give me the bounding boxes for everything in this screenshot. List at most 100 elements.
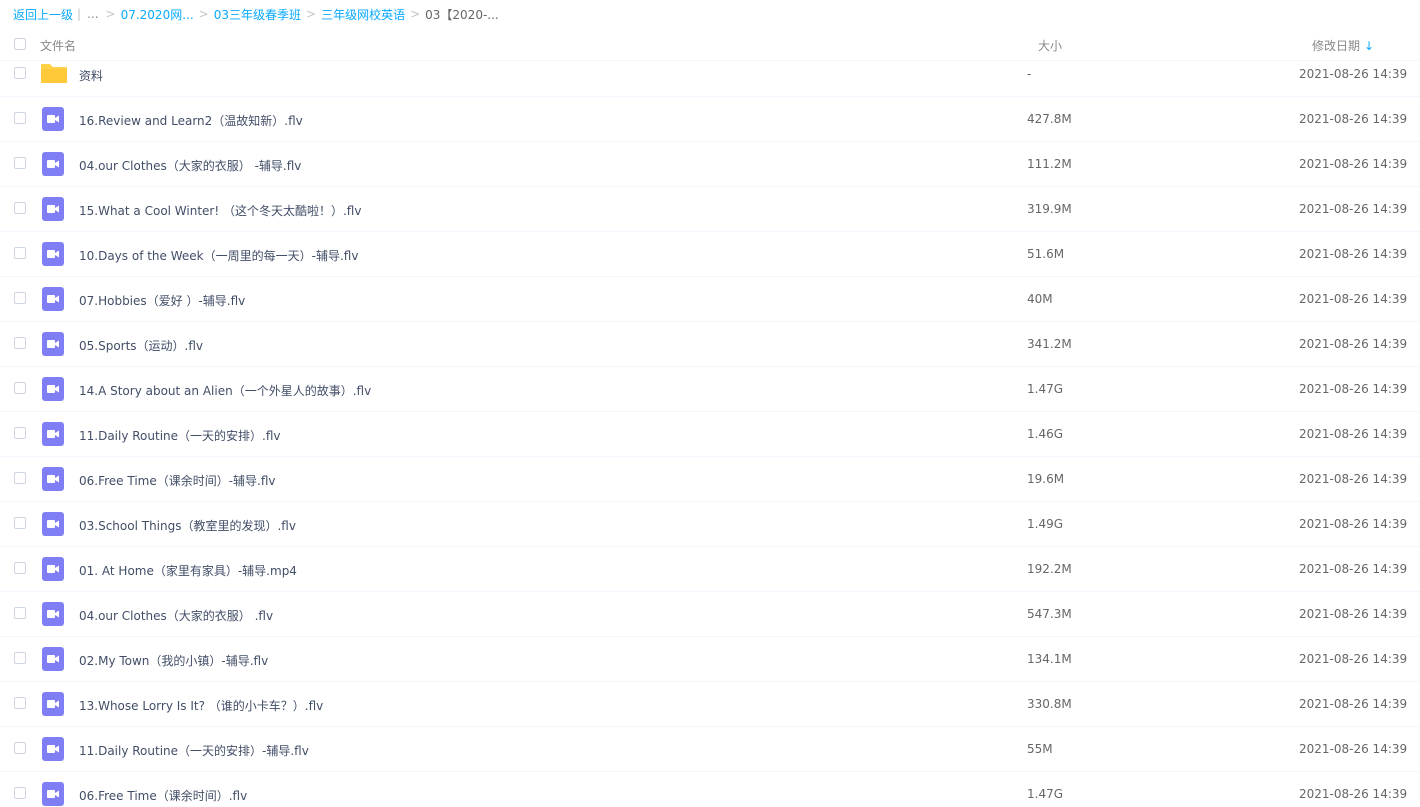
video-file-icon xyxy=(41,151,67,177)
breadcrumb-ellipsis[interactable]: ... xyxy=(85,7,100,21)
file-date: 2021-08-26 14:39 xyxy=(1299,517,1408,531)
file-row[interactable]: 06.Free Time（课余时间）-辅导.flv 19.6M 2021-08-… xyxy=(0,457,1420,502)
row-checkbox[interactable] xyxy=(14,652,26,664)
file-date: 2021-08-26 14:39 xyxy=(1299,112,1408,126)
row-checkbox[interactable] xyxy=(14,247,26,259)
breadcrumb-separator: > xyxy=(105,7,116,21)
breadcrumb-separator: > xyxy=(410,7,421,21)
file-size: 19.6M xyxy=(1027,472,1065,486)
file-date: 2021-08-26 14:39 xyxy=(1299,67,1408,81)
row-checkbox[interactable] xyxy=(14,742,26,754)
video-file-icon xyxy=(41,331,67,357)
breadcrumb-item[interactable]: 03三年级春季班 xyxy=(214,6,301,23)
file-name[interactable]: 16.Review and Learn2（温故知新）.flv xyxy=(79,112,303,129)
file-row[interactable]: 07.Hobbies（爱好 ）-辅导.flv 40M 2021-08-26 14… xyxy=(0,277,1420,322)
row-checkbox[interactable] xyxy=(14,427,26,439)
video-file-icon xyxy=(41,466,67,492)
breadcrumb-separator: > xyxy=(198,7,209,21)
video-file-icon xyxy=(41,376,67,402)
file-date: 2021-08-26 14:39 xyxy=(1299,607,1408,621)
row-checkbox[interactable] xyxy=(14,157,26,169)
file-row[interactable]: 13.Whose Lorry Is It? （谁的小卡车？）.flv 330.8… xyxy=(0,682,1420,727)
file-size: 192.2M xyxy=(1027,562,1072,576)
file-size: 51.6M xyxy=(1027,247,1065,261)
file-date: 2021-08-26 14:39 xyxy=(1299,427,1408,441)
file-date: 2021-08-26 14:39 xyxy=(1299,787,1408,801)
file-date: 2021-08-26 14:39 xyxy=(1299,382,1408,396)
file-name[interactable]: 04.our Clothes（大家的衣服） -辅导.flv xyxy=(79,157,301,174)
file-row[interactable]: 06.Free Time（课余时间）.flv 1.47G 2021-08-26 … xyxy=(0,772,1420,807)
row-checkbox[interactable] xyxy=(14,472,26,484)
file-name[interactable]: 13.Whose Lorry Is It? （谁的小卡车？）.flv xyxy=(79,697,323,714)
row-checkbox[interactable] xyxy=(14,337,26,349)
file-name[interactable]: 06.Free Time（课余时间）-辅导.flv xyxy=(79,472,276,489)
row-checkbox[interactable] xyxy=(14,292,26,304)
file-date: 2021-08-26 14:39 xyxy=(1299,742,1408,756)
row-checkbox[interactable] xyxy=(14,697,26,709)
video-file-icon xyxy=(41,691,67,717)
row-checkbox[interactable] xyxy=(14,787,26,799)
file-row[interactable]: 03.School Things（教室里的发现）.flv 1.49G 2021-… xyxy=(0,502,1420,547)
file-size: 547.3M xyxy=(1027,607,1072,621)
file-name[interactable]: 01. At Home（家里有家具）-辅导.mp4 xyxy=(79,562,297,579)
breadcrumb: 返回上一级 | ... > 07.2020网... > 03三年级春季班 > 三… xyxy=(13,5,499,23)
folder-icon xyxy=(41,61,67,87)
file-row[interactable]: 14.A Story about an Alien（一个外星人的故事）.flv … xyxy=(0,367,1420,412)
file-list: 资料 - 2021-08-26 14:39 16.Review and Lear… xyxy=(0,52,1420,807)
file-size: 427.8M xyxy=(1027,112,1072,126)
file-row[interactable]: 15.What a Cool Winter! （这个冬天太酷啦！）.flv 31… xyxy=(0,187,1420,232)
file-date: 2021-08-26 14:39 xyxy=(1299,157,1408,171)
row-checkbox[interactable] xyxy=(14,202,26,214)
video-file-icon xyxy=(41,601,67,627)
file-row[interactable]: 04.our Clothes（大家的衣服） -辅导.flv 111.2M 202… xyxy=(0,142,1420,187)
file-row[interactable]: 16.Review and Learn2（温故知新）.flv 427.8M 20… xyxy=(0,97,1420,142)
file-size: - xyxy=(1027,67,1032,81)
file-row[interactable]: 11.Daily Routine（一天的安排）.flv 1.46G 2021-0… xyxy=(0,412,1420,457)
video-file-icon xyxy=(41,241,67,267)
file-browser: 返回上一级 | ... > 07.2020网... > 03三年级春季班 > 三… xyxy=(0,0,1420,807)
file-name[interactable]: 11.Daily Routine（一天的安排）.flv xyxy=(79,427,281,444)
file-name[interactable]: 资料 xyxy=(79,67,103,84)
select-all-checkbox[interactable] xyxy=(14,38,26,50)
video-file-icon xyxy=(41,286,67,312)
file-row[interactable]: 05.Sports（运动）.flv 341.2M 2021-08-26 14:3… xyxy=(0,322,1420,367)
row-checkbox[interactable] xyxy=(14,67,26,79)
breadcrumb-item[interactable]: 07.2020网... xyxy=(121,6,194,23)
row-checkbox[interactable] xyxy=(14,517,26,529)
file-name[interactable]: 15.What a Cool Winter! （这个冬天太酷啦！）.flv xyxy=(79,202,361,219)
file-name[interactable]: 07.Hobbies（爱好 ）-辅导.flv xyxy=(79,292,245,309)
file-size: 134.1M xyxy=(1027,652,1072,666)
file-date: 2021-08-26 14:39 xyxy=(1299,652,1408,666)
breadcrumb-divider: | xyxy=(77,7,82,21)
file-name[interactable]: 11.Daily Routine（一天的安排）-辅导.flv xyxy=(79,742,309,759)
row-checkbox[interactable] xyxy=(14,382,26,394)
file-name[interactable]: 03.School Things（教室里的发现）.flv xyxy=(79,517,296,534)
file-size: 319.9M xyxy=(1027,202,1072,216)
file-row[interactable]: 10.Days of the Week（一周里的每一天）-辅导.flv 51.6… xyxy=(0,232,1420,277)
breadcrumb-item[interactable]: 三年级网校英语 xyxy=(321,6,405,23)
file-name[interactable]: 02.My Town（我的小镇）-辅导.flv xyxy=(79,652,268,669)
file-date: 2021-08-26 14:39 xyxy=(1299,337,1408,351)
file-row[interactable]: 02.My Town（我的小镇）-辅导.flv 134.1M 2021-08-2… xyxy=(0,637,1420,682)
breadcrumb-separator: > xyxy=(306,7,317,21)
file-size: 1.47G xyxy=(1027,787,1064,801)
file-name[interactable]: 06.Free Time（课余时间）.flv xyxy=(79,787,247,804)
file-date: 2021-08-26 14:39 xyxy=(1299,697,1408,711)
row-checkbox[interactable] xyxy=(14,562,26,574)
column-header-date-label: 修改日期 xyxy=(1312,39,1361,53)
file-name[interactable]: 05.Sports（运动）.flv xyxy=(79,337,203,354)
file-row[interactable]: 11.Daily Routine（一天的安排）-辅导.flv 55M 2021-… xyxy=(0,727,1420,772)
row-checkbox[interactable] xyxy=(14,112,26,124)
video-file-icon xyxy=(41,421,67,447)
file-row[interactable]: 01. At Home（家里有家具）-辅导.mp4 192.2M 2021-08… xyxy=(0,547,1420,592)
file-date: 2021-08-26 14:39 xyxy=(1299,472,1408,486)
back-link[interactable]: 返回上一级 xyxy=(13,6,73,23)
file-name[interactable]: 10.Days of the Week（一周里的每一天）-辅导.flv xyxy=(79,247,358,264)
file-row[interactable]: 资料 - 2021-08-26 14:39 xyxy=(0,52,1420,97)
file-name[interactable]: 04.our Clothes（大家的衣服） .flv xyxy=(79,607,273,624)
row-checkbox[interactable] xyxy=(14,607,26,619)
file-name[interactable]: 14.A Story about an Alien（一个外星人的故事）.flv xyxy=(79,382,371,399)
file-row[interactable]: 04.our Clothes（大家的衣服） .flv 547.3M 2021-0… xyxy=(0,592,1420,637)
file-size: 1.49G xyxy=(1027,517,1064,531)
file-size: 330.8M xyxy=(1027,697,1072,711)
